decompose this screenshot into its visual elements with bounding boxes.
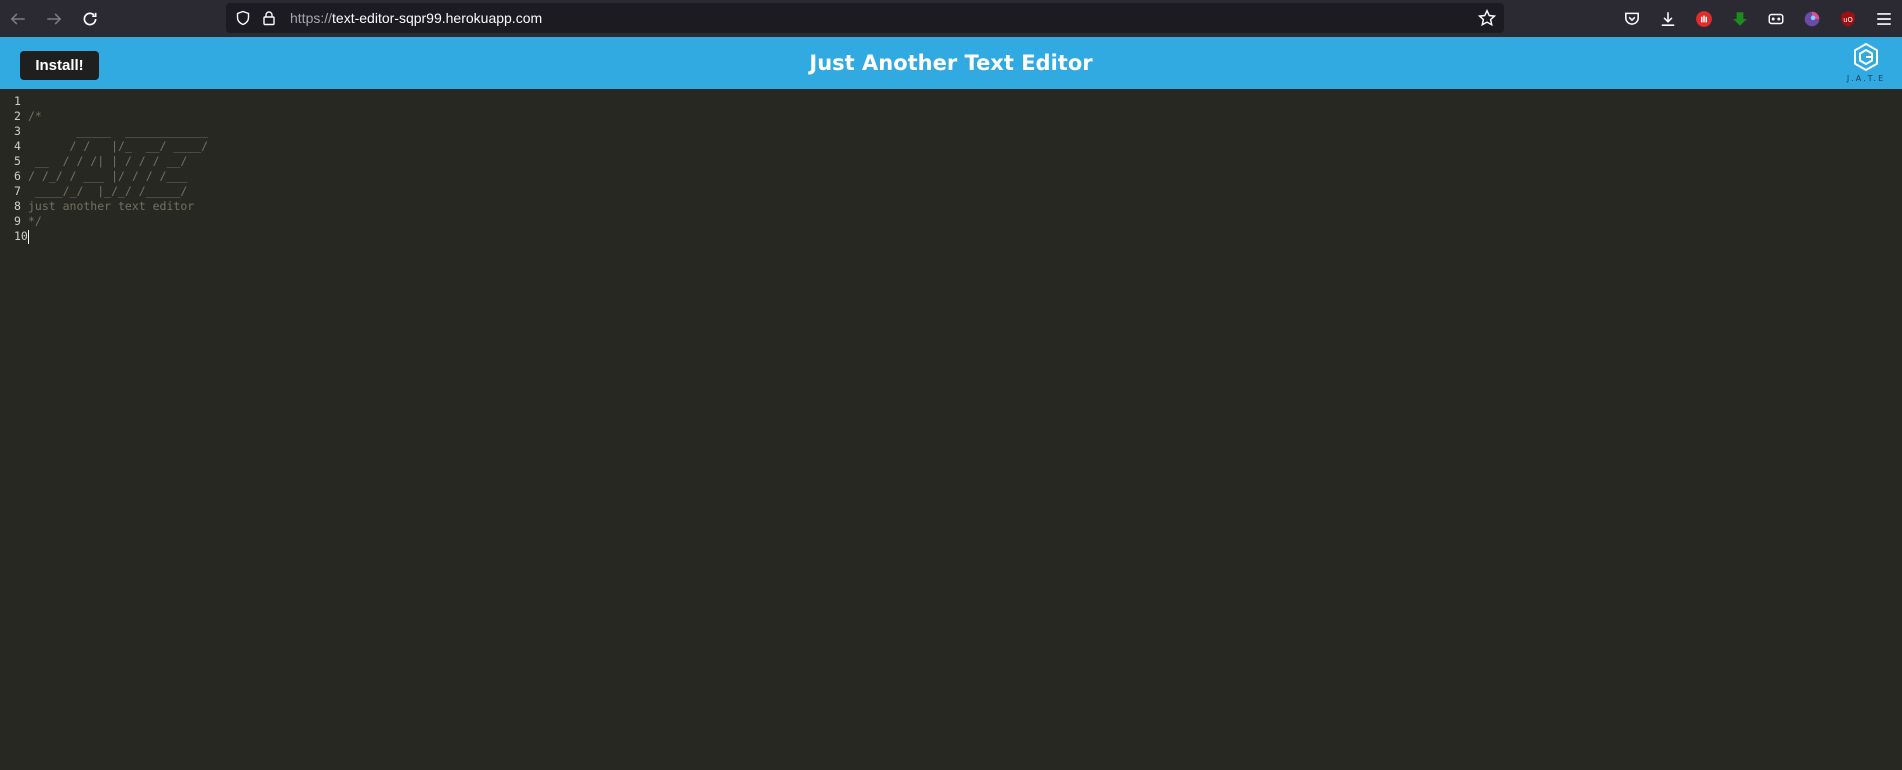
- line-number: 2: [14, 109, 21, 123]
- lock-icon[interactable]: [260, 9, 278, 27]
- line-number: 9: [14, 214, 21, 228]
- editor-line: 8 just another text editor: [0, 199, 1902, 214]
- extension-red-hand-icon[interactable]: [1686, 0, 1722, 37]
- line-text[interactable]: _____ ____________: [28, 124, 208, 139]
- url-host: text-editor-sqpr99.herokuapp.com: [332, 10, 543, 26]
- line-number: 1: [14, 94, 21, 108]
- arrow-left-icon: [10, 12, 25, 25]
- download-icon[interactable]: [1650, 0, 1686, 37]
- editor-line: 9 */: [0, 214, 1902, 229]
- line-text[interactable]: ____/_/ |_/_/ /_____/: [28, 184, 187, 199]
- code-editor[interactable]: 1 2 /* 3 _____ ____________ 4 / / |/_ __…: [0, 89, 1902, 770]
- editor-line: 3 _____ ____________: [0, 124, 1902, 139]
- shield-icon[interactable]: [234, 9, 252, 27]
- line-number: 6: [14, 169, 21, 183]
- reload-icon: [83, 12, 97, 25]
- line-number: 4: [14, 139, 21, 153]
- line-text[interactable]: / /_/ / ___ |/ / / /___: [28, 169, 187, 184]
- editor-line: 7 ____/_/ |_/_/ /_____/: [0, 184, 1902, 199]
- app-logo: J.A.T.E: [1844, 42, 1888, 86]
- line-text[interactable]: [28, 229, 29, 244]
- page-title: Just Another Text Editor: [809, 51, 1093, 75]
- menu-icon[interactable]: [1866, 0, 1902, 37]
- extension-multicolor-icon[interactable]: [1794, 0, 1830, 37]
- line-text[interactable]: __ / / /| | / / / __/: [28, 154, 187, 169]
- line-text[interactable]: */: [28, 214, 42, 229]
- line-text[interactable]: / / |/_ __/ ____/: [28, 139, 208, 154]
- logo-text: J.A.T.E: [1846, 74, 1886, 83]
- line-text[interactable]: just another text editor: [28, 199, 194, 214]
- svg-text:uO: uO: [1843, 15, 1853, 23]
- forward-button[interactable]: [36, 0, 72, 37]
- browser-toolbar: https://text-editor-sqpr99.herokuapp.com…: [0, 0, 1902, 37]
- pocket-icon[interactable]: [1614, 0, 1650, 37]
- back-button[interactable]: [0, 0, 36, 37]
- extension-mask-icon[interactable]: [1758, 0, 1794, 37]
- editor-line: 4 / / |/_ __/ ____/: [0, 139, 1902, 154]
- editor-line: 1: [0, 94, 1902, 109]
- arrow-right-icon: [47, 12, 62, 25]
- reload-button[interactable]: [72, 0, 108, 37]
- bookmark-star-icon[interactable]: [1477, 8, 1497, 27]
- ublock-icon[interactable]: uO: [1830, 0, 1866, 37]
- editor-line: 10: [0, 229, 1902, 244]
- jate-logo-icon: [1854, 42, 1878, 72]
- editor-line: 5 __ / / /| | / / / __/: [0, 154, 1902, 169]
- line-number: 3: [14, 124, 21, 138]
- app-header: Install! Just Another Text Editor J.A.T.…: [0, 37, 1902, 89]
- toolbar-right: uO: [1614, 0, 1902, 37]
- editor-line: 2 /*: [0, 109, 1902, 124]
- line-text[interactable]: /*: [28, 109, 42, 124]
- line-number: 5: [14, 154, 21, 168]
- text-cursor: [28, 229, 29, 244]
- line-number: 8: [14, 199, 21, 213]
- url-protocol: https://: [290, 10, 333, 26]
- line-number: 10: [14, 229, 28, 243]
- editor-line: 6 / /_/ / ___ |/ / / /___: [0, 169, 1902, 184]
- url-bar[interactable]: https://text-editor-sqpr99.herokuapp.com: [226, 3, 1504, 33]
- url-text: https://text-editor-sqpr99.herokuapp.com: [290, 10, 542, 26]
- extension-green-arrow-icon[interactable]: [1722, 0, 1758, 37]
- line-number: 7: [14, 184, 21, 198]
